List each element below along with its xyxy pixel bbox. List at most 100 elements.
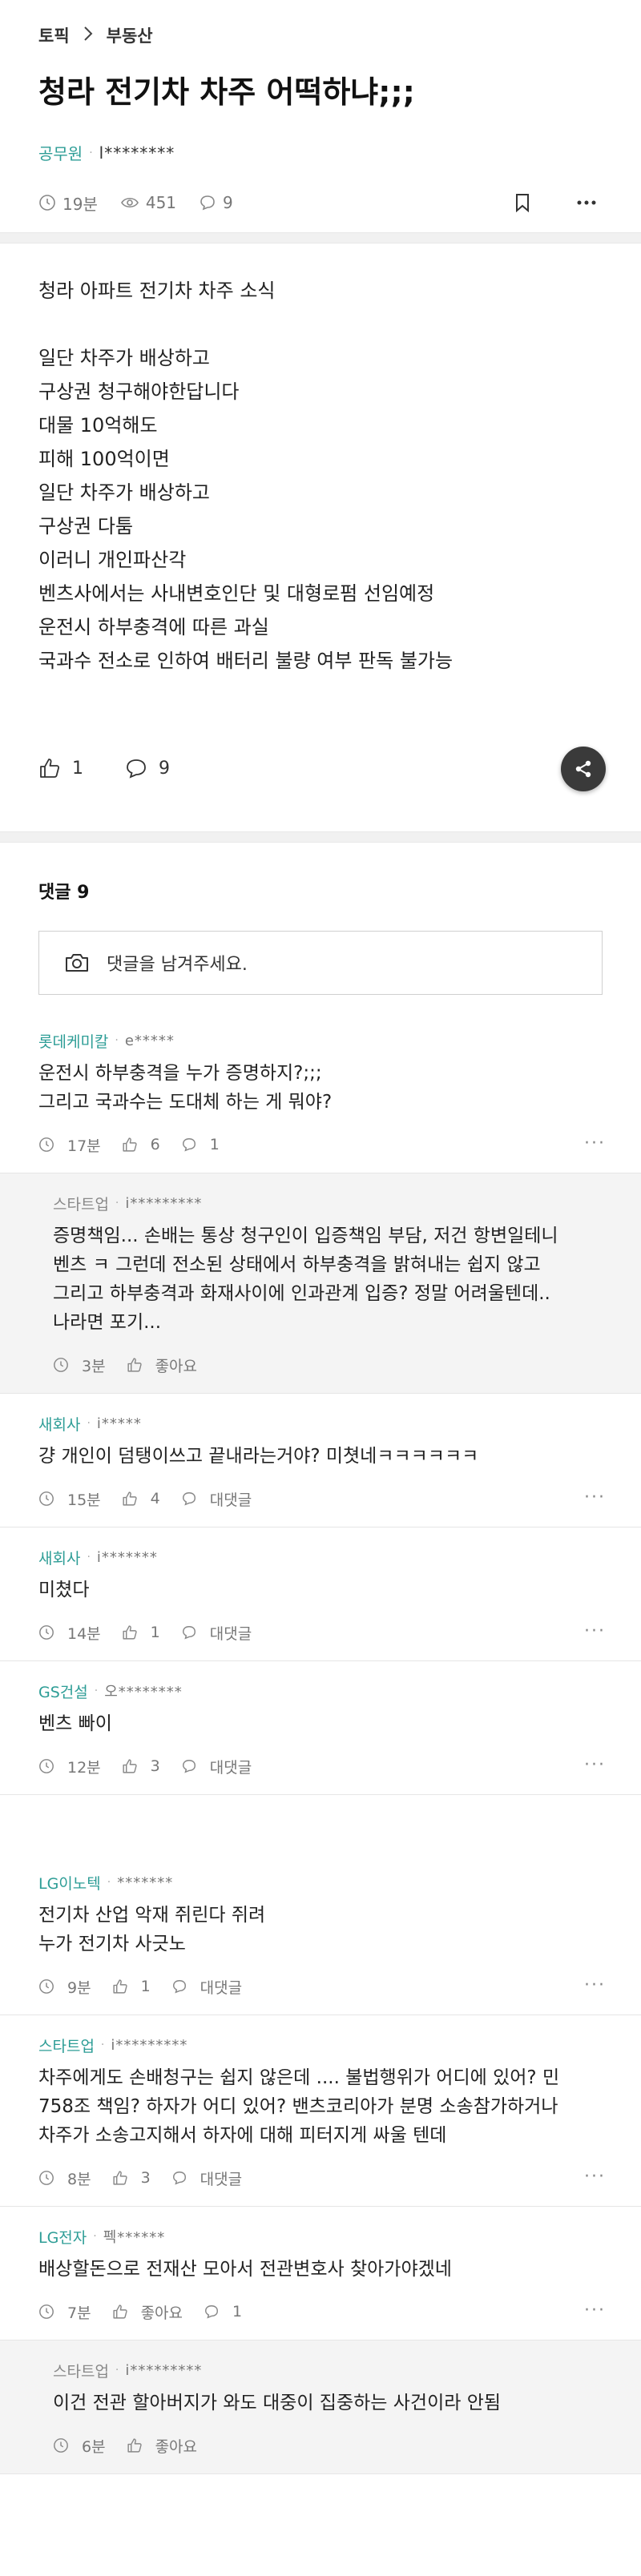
comment-author: 새회사 · i***** (38, 1411, 603, 1435)
post-author: 공무원 · l******** (38, 141, 603, 164)
comment-item: 새회사 · i******* 미쳤다 14분 1 대댓글 ··· (0, 1527, 641, 1661)
comment-company[interactable]: 새회사 (38, 1413, 80, 1435)
thumbs-up-icon (127, 1358, 142, 1372)
comment-reply-button[interactable]: 대댓글 (171, 2167, 242, 2189)
comment-nickname: 오******** (104, 1684, 183, 1701)
post-actions (474, 187, 603, 219)
comment-company[interactable]: 롯데케미칼 (38, 1030, 108, 1052)
like-button[interactable]: 1 (38, 757, 83, 779)
more-icon[interactable]: ··· (584, 2167, 606, 2187)
comment-like-button[interactable]: 1 (112, 1978, 151, 1995)
comment-company[interactable]: 새회사 (38, 1547, 80, 1568)
more-options-button[interactable] (570, 187, 603, 219)
comment-time: 8분 (38, 2167, 91, 2189)
separator-dot: · (93, 2230, 97, 2243)
post-body: 청라 아파트 전기차 차주 소식 일단 차주가 배상하고 구상권 청구해야한답니다 대… (0, 244, 641, 740)
comment-like-button[interactable]: 4 (122, 1490, 160, 1507)
clock-icon (39, 195, 55, 211)
post-comments-value: 9 (223, 193, 233, 212)
author-nickname: l******** (99, 143, 175, 163)
comment-reply-button[interactable]: 대댓글 (181, 1756, 252, 1777)
comment-time-value: 15분 (67, 1491, 101, 1509)
comment-like-button[interactable]: 6 (122, 1136, 160, 1153)
more-icon[interactable]: ··· (584, 1621, 606, 1641)
comment-like-button[interactable]: 좋아요 (127, 1354, 197, 1376)
comment-company[interactable]: 스타트업 (38, 2035, 95, 2056)
comment-meta: 17분 6 1 (38, 1131, 603, 1158)
comment-time-value: 12분 (67, 1758, 101, 1777)
bookmark-button[interactable] (506, 187, 538, 219)
more-icon[interactable]: ··· (584, 1133, 606, 1153)
comment-like-button[interactable]: 1 (122, 1624, 160, 1641)
separator-dot: · (107, 1876, 111, 1889)
separator-dot: · (87, 1551, 91, 1564)
comment-time: 7분 (38, 2301, 91, 2323)
section-divider (0, 232, 641, 244)
post-views-value: 451 (145, 193, 177, 212)
comment-like-button[interactable]: 3 (122, 1757, 160, 1775)
comment-reply-value: 1 (232, 2303, 243, 2320)
more-icon[interactable]: ··· (584, 1755, 606, 1775)
comment-company[interactable]: 스타트업 (53, 2360, 109, 2381)
comment-text: 전기차 산업 악재 쥐린다 쥐려 누가 전기차 사긋노 (38, 1905, 266, 1954)
clock-icon (54, 2438, 68, 2453)
comment-text: 미쳤다 (38, 1580, 90, 1600)
more-icon[interactable]: ··· (584, 2300, 606, 2320)
comment-reply-button[interactable]: 대댓글 (181, 1488, 252, 1510)
comment-input-placeholder: 댓글을 남겨주세요. (107, 955, 248, 975)
comment-icon (205, 2304, 219, 2319)
section-divider (0, 831, 641, 843)
author-company[interactable]: 공무원 (38, 141, 83, 164)
more-icon[interactable]: ··· (584, 1975, 606, 1995)
more-icon[interactable]: ··· (584, 1487, 606, 1507)
comment-nickname: ******* (117, 1874, 174, 1891)
comment-reply-button[interactable]: 대댓글 (171, 1976, 242, 1998)
comment-icon (182, 1625, 196, 1640)
comment-list: 롯데케미칼 · e***** 운전시 하부충격을 누가 증명하지?;;; 그리고 국과… (0, 1011, 641, 2474)
comment-nickname: e***** (124, 1032, 175, 1049)
comment-reply-button[interactable]: 1 (181, 1136, 220, 1153)
comment-icon (172, 2171, 186, 2185)
comment-meta: 8분 3 대댓글 (38, 2164, 603, 2192)
comment-company[interactable]: LG이노텍 (38, 1872, 101, 1894)
comment-button[interactable]: 9 (125, 758, 170, 779)
comment-reply-button[interactable]: 1 (204, 2303, 242, 2320)
post-body-line: 운전시 하부충격에 따른 과실 (38, 616, 269, 638)
comment-meta: 6분 좋아요 (53, 2432, 603, 2459)
comment-time: 17분 (38, 1134, 101, 1156)
clock-icon (39, 1491, 54, 1506)
comment-like-button[interactable]: 좋아요 (112, 2301, 183, 2323)
comment-text: 운전시 하부충격을 누가 증명하지?;;; 그리고 국과수는 도대체 하는 게 … (38, 1063, 333, 1113)
comment-reply-button[interactable]: 대댓글 (181, 1622, 252, 1644)
comment-company[interactable]: 스타트업 (53, 1193, 109, 1214)
comment-company[interactable]: GS건설 (38, 1680, 88, 1702)
comment-time-value: 7분 (67, 2304, 91, 2322)
post-comment-count: 9 (199, 193, 233, 212)
share-button[interactable] (561, 747, 606, 791)
comment-reply-value: 1 (209, 1136, 220, 1153)
comment-item: LG이노텍 · ******* 전기차 산업 악재 쥐린다 쥐려 누가 전기차 사긋노… (0, 1853, 641, 2015)
comment-company[interactable]: LG전자 (38, 2226, 87, 2248)
chevron-right-icon (83, 26, 94, 46)
comment-input[interactable]: 댓글을 남겨주세요. (38, 931, 603, 995)
comment-reply-value: 대댓글 (209, 1758, 252, 1777)
comment-meta: 12분 3 대댓글 (38, 1753, 603, 1780)
post-body-line: 구상권 청구해야한답니다 (38, 380, 240, 403)
comment-nickname: i********* (125, 2361, 203, 2379)
breadcrumb-topic[interactable]: 토픽 (38, 23, 70, 47)
clock-icon (39, 1979, 54, 1994)
clock-icon (39, 2304, 54, 2319)
breadcrumb-board[interactable]: 부동산 (107, 23, 153, 47)
post-body-line (38, 308, 603, 341)
comment-nickname: i********* (111, 2036, 188, 2054)
comment-like-button[interactable]: 3 (112, 2169, 151, 2187)
comment-time-value: 3분 (82, 1357, 106, 1375)
comment-like-button[interactable]: 좋아요 (127, 2435, 197, 2457)
comment-author: 스타트업 · i********* (53, 1191, 603, 1215)
post-time-value: 19분 (62, 194, 98, 214)
clock-icon (39, 1137, 54, 1152)
comment-time-value: 6분 (82, 2437, 106, 2456)
comment-author: LG전자 · 펙****** (38, 2224, 603, 2248)
comment-author: 스타트업 · i********* (53, 2358, 603, 2382)
comment-text: 벤츠 빠이 (38, 1713, 112, 1734)
